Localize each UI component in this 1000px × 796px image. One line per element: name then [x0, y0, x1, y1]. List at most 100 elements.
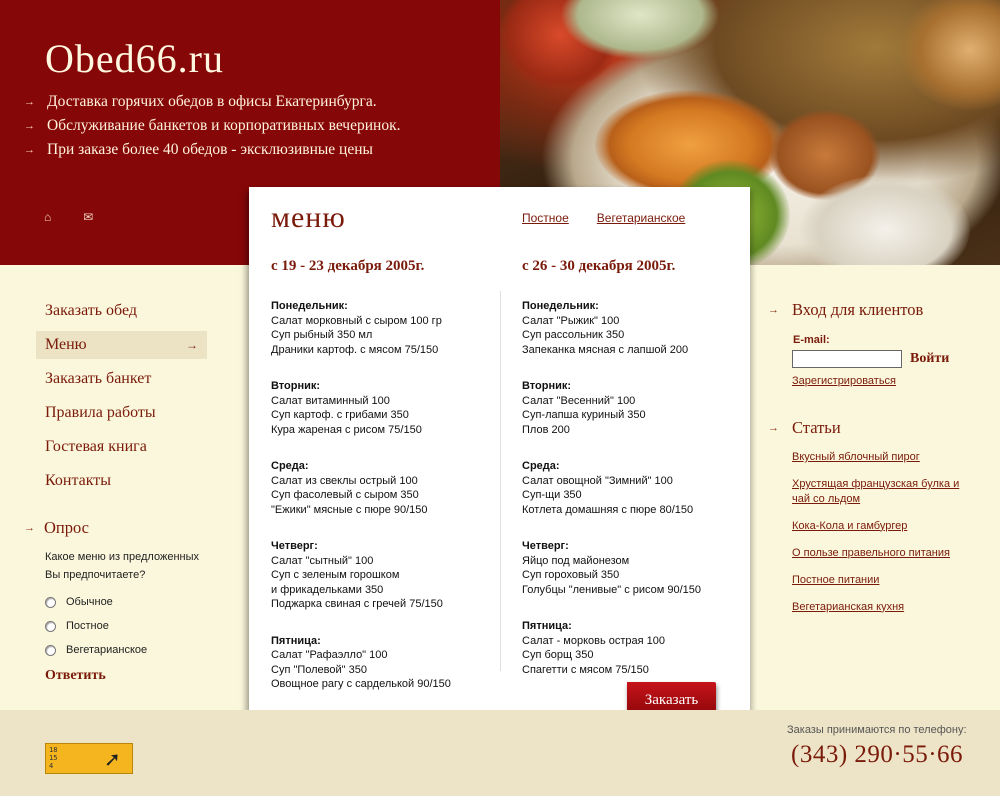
- poll-option-label: Вегетарианское: [66, 644, 148, 656]
- menu-item: Салат "Рыжик" 100: [522, 314, 620, 327]
- radio-button[interactable]: [45, 644, 56, 656]
- poll-option-lent[interactable]: Постное: [45, 614, 224, 638]
- menu-item: Салат "Рафаэлло" 100: [271, 649, 388, 661]
- counter-digit: 4: [49, 762, 54, 770]
- login-button[interactable]: Войти: [910, 351, 949, 367]
- nav-item-label: Правила работы: [45, 404, 156, 421]
- email-label: E-mail:: [793, 334, 830, 346]
- login-title-text: Вход для клиентов: [792, 300, 924, 319]
- nav-item-order-lunch[interactable]: Заказать обед: [36, 294, 207, 328]
- day-name: Пятница:: [271, 634, 321, 647]
- radio-button[interactable]: [45, 620, 56, 632]
- day-block: Среда: Салат овощной "Зимний" 100 Суп-щи 3…: [522, 459, 752, 517]
- day-block: Вторник: Салат витаминный 100 Суп картоф. …: [271, 379, 501, 437]
- menu-item: Голубцы "ленивые" с рисом 90/150: [522, 583, 702, 596]
- nav-item-contacts[interactable]: Контакты: [36, 464, 207, 498]
- nav-item-label: Гостевая книга: [45, 438, 147, 455]
- mail-icon[interactable]: ✉: [83, 210, 93, 224]
- menu-filter-links: Постное Вегетарианское: [522, 211, 685, 225]
- tagline-list: → Доставка горячих обедов в офисы Екатери…: [24, 90, 400, 162]
- menu-item: Суп гороховый 350: [522, 569, 620, 581]
- articles-title: → Статьи: [768, 418, 988, 438]
- header-icons: ⌂ ✉: [44, 210, 93, 224]
- poll-option-label: Обычное: [66, 596, 113, 608]
- arrow-right-icon: →: [24, 144, 35, 156]
- poll-title: → Опрос: [24, 518, 224, 538]
- nav-item-label: Заказать банкет: [45, 370, 152, 387]
- menu-card: меню Постное Вегетарианское с 19 - 23 де…: [249, 187, 750, 719]
- poll-option-label: Постное: [66, 620, 109, 632]
- day-block: Понедельник: Салат морковный с сыром 100 …: [271, 299, 501, 357]
- client-login: → Вход для клиентов E-mail: Войти Зарегис…: [768, 300, 988, 387]
- arrow-right-icon: →: [24, 522, 35, 534]
- menu-item: Суп рассольник 350: [522, 329, 625, 341]
- menu-item: Суп рыбный 350 мл: [271, 329, 373, 341]
- article-link[interactable]: О пользе правельного питания: [792, 546, 962, 561]
- menu-item: Салат "сытный" 100: [271, 554, 374, 567]
- menu-item: Салат из свеклы острый 100: [271, 474, 418, 487]
- poll-option-vegetarian[interactable]: Вегетарианское: [45, 638, 224, 662]
- day-block: Пятница: Салат "Рафаэлло" 100 Суп "Полевой…: [271, 634, 501, 692]
- arrow-right-icon: →: [768, 422, 779, 434]
- nav-item-menu[interactable]: Меню →: [36, 331, 207, 359]
- counter-digits: 18 15 4: [49, 746, 57, 770]
- menu-item: Суп-лапша куриный 350: [522, 409, 646, 421]
- lent-menu-link[interactable]: Постное: [522, 211, 569, 225]
- menu-item: Салат витаминный 100: [271, 394, 390, 407]
- arrow-up-right-icon: ➚: [104, 749, 121, 771]
- article-link[interactable]: Постное питании: [792, 573, 962, 588]
- bread-basket: [900, 0, 1000, 110]
- week-title: с 19 - 23 декабря 2005г.: [271, 258, 425, 274]
- poll-section: → Опрос Какое меню из предложенных Вы пред…: [24, 518, 224, 684]
- menu-item: Салат "Весенний" 100: [522, 394, 636, 407]
- nav-item-order-banquet[interactable]: Заказать банкет: [36, 362, 207, 396]
- week-column: Понедельник: Салат морковный с сыром 100 …: [271, 299, 501, 714]
- menu-item: Яйцо под майонезом: [522, 554, 630, 567]
- visit-counter[interactable]: 18 15 4 ➚: [45, 743, 133, 774]
- day-name: Пятница:: [522, 620, 572, 632]
- menu-item: Плов 200: [522, 423, 570, 436]
- article-link[interactable]: Кока-Кола и гамбургер: [792, 519, 962, 534]
- menu-item: Суп картоф. с грибами 350: [271, 409, 409, 421]
- tagline-item: → Обслуживание банкетов и корпоративных в…: [24, 114, 400, 138]
- article-link[interactable]: Хрустящая французская булка и чай со льд…: [792, 477, 962, 506]
- phone-label: Заказы принимаются по телефону:: [787, 724, 967, 736]
- menu-item: "Ежики" мясные с пюре 90/150: [271, 503, 428, 516]
- tagline-item: → Доставка горячих обедов в офисы Екатери…: [24, 90, 400, 114]
- menu-item: Овощное рагу с сарделькой 90/150: [271, 678, 451, 690]
- day-name: Среда:: [522, 460, 560, 472]
- day-block: Четверг: Яйцо под майонезом Суп гороховый …: [522, 539, 752, 597]
- arrow-right-icon: →: [768, 304, 779, 316]
- menu-item: Суп "Полевой" 350: [271, 663, 367, 676]
- nav-item-label: Заказать обед: [45, 302, 138, 319]
- email-field[interactable]: [792, 350, 902, 368]
- articles-list: Вкусный яблочный пирог Хрустящая француз…: [792, 450, 988, 614]
- nav-item-rules[interactable]: Правила работы: [36, 396, 207, 430]
- register-link[interactable]: Зарегистрироваться: [792, 375, 988, 387]
- site-logo[interactable]: Obed66.ru: [45, 35, 224, 82]
- poll-submit-button[interactable]: Ответить: [45, 668, 224, 684]
- article-link[interactable]: Вегетарианская кухня: [792, 600, 962, 615]
- tagline-text: Обслуживание банкетов и корпоративных ве…: [47, 117, 401, 134]
- nav-item-guestbook[interactable]: Гостевая книга: [36, 430, 207, 464]
- arrow-right-icon: →: [24, 120, 35, 132]
- arrow-right-icon: →: [186, 337, 198, 352]
- poll-option-regular[interactable]: Обычное: [45, 590, 224, 614]
- articles-section: → Статьи Вкусный яблочный пирог Хрустящая…: [768, 418, 988, 627]
- radio-button[interactable]: [45, 596, 56, 608]
- arrow-right-icon: →: [24, 96, 35, 108]
- menu-item: Салат морковный с сыром 100 гр: [271, 314, 442, 327]
- nav-item-label: Меню: [45, 336, 87, 353]
- article-link[interactable]: Вкусный яблочный пирог: [792, 450, 962, 465]
- menu-item: Салат - морковь острая 100: [522, 634, 666, 647]
- day-block: Пятница: Салат - морковь острая 100 Суп бо…: [522, 619, 752, 677]
- home-icon[interactable]: ⌂: [44, 210, 51, 224]
- articles-title-text: Статьи: [792, 418, 841, 437]
- day-name: Четверг:: [271, 540, 318, 552]
- day-block: Четверг: Салат "сытный" 100 Суп с зеленым …: [271, 539, 501, 612]
- vegetarian-menu-link[interactable]: Вегетарианское: [597, 211, 686, 225]
- day-block: Понедельник: Салат "Рыжик" 100 Суп рассоль…: [522, 299, 752, 357]
- menu-item: Суп борщ 350: [522, 649, 594, 661]
- tagline-item: → При заказе более 40 обедов - эксклюзивн…: [24, 138, 400, 162]
- day-name: Вторник:: [271, 380, 321, 392]
